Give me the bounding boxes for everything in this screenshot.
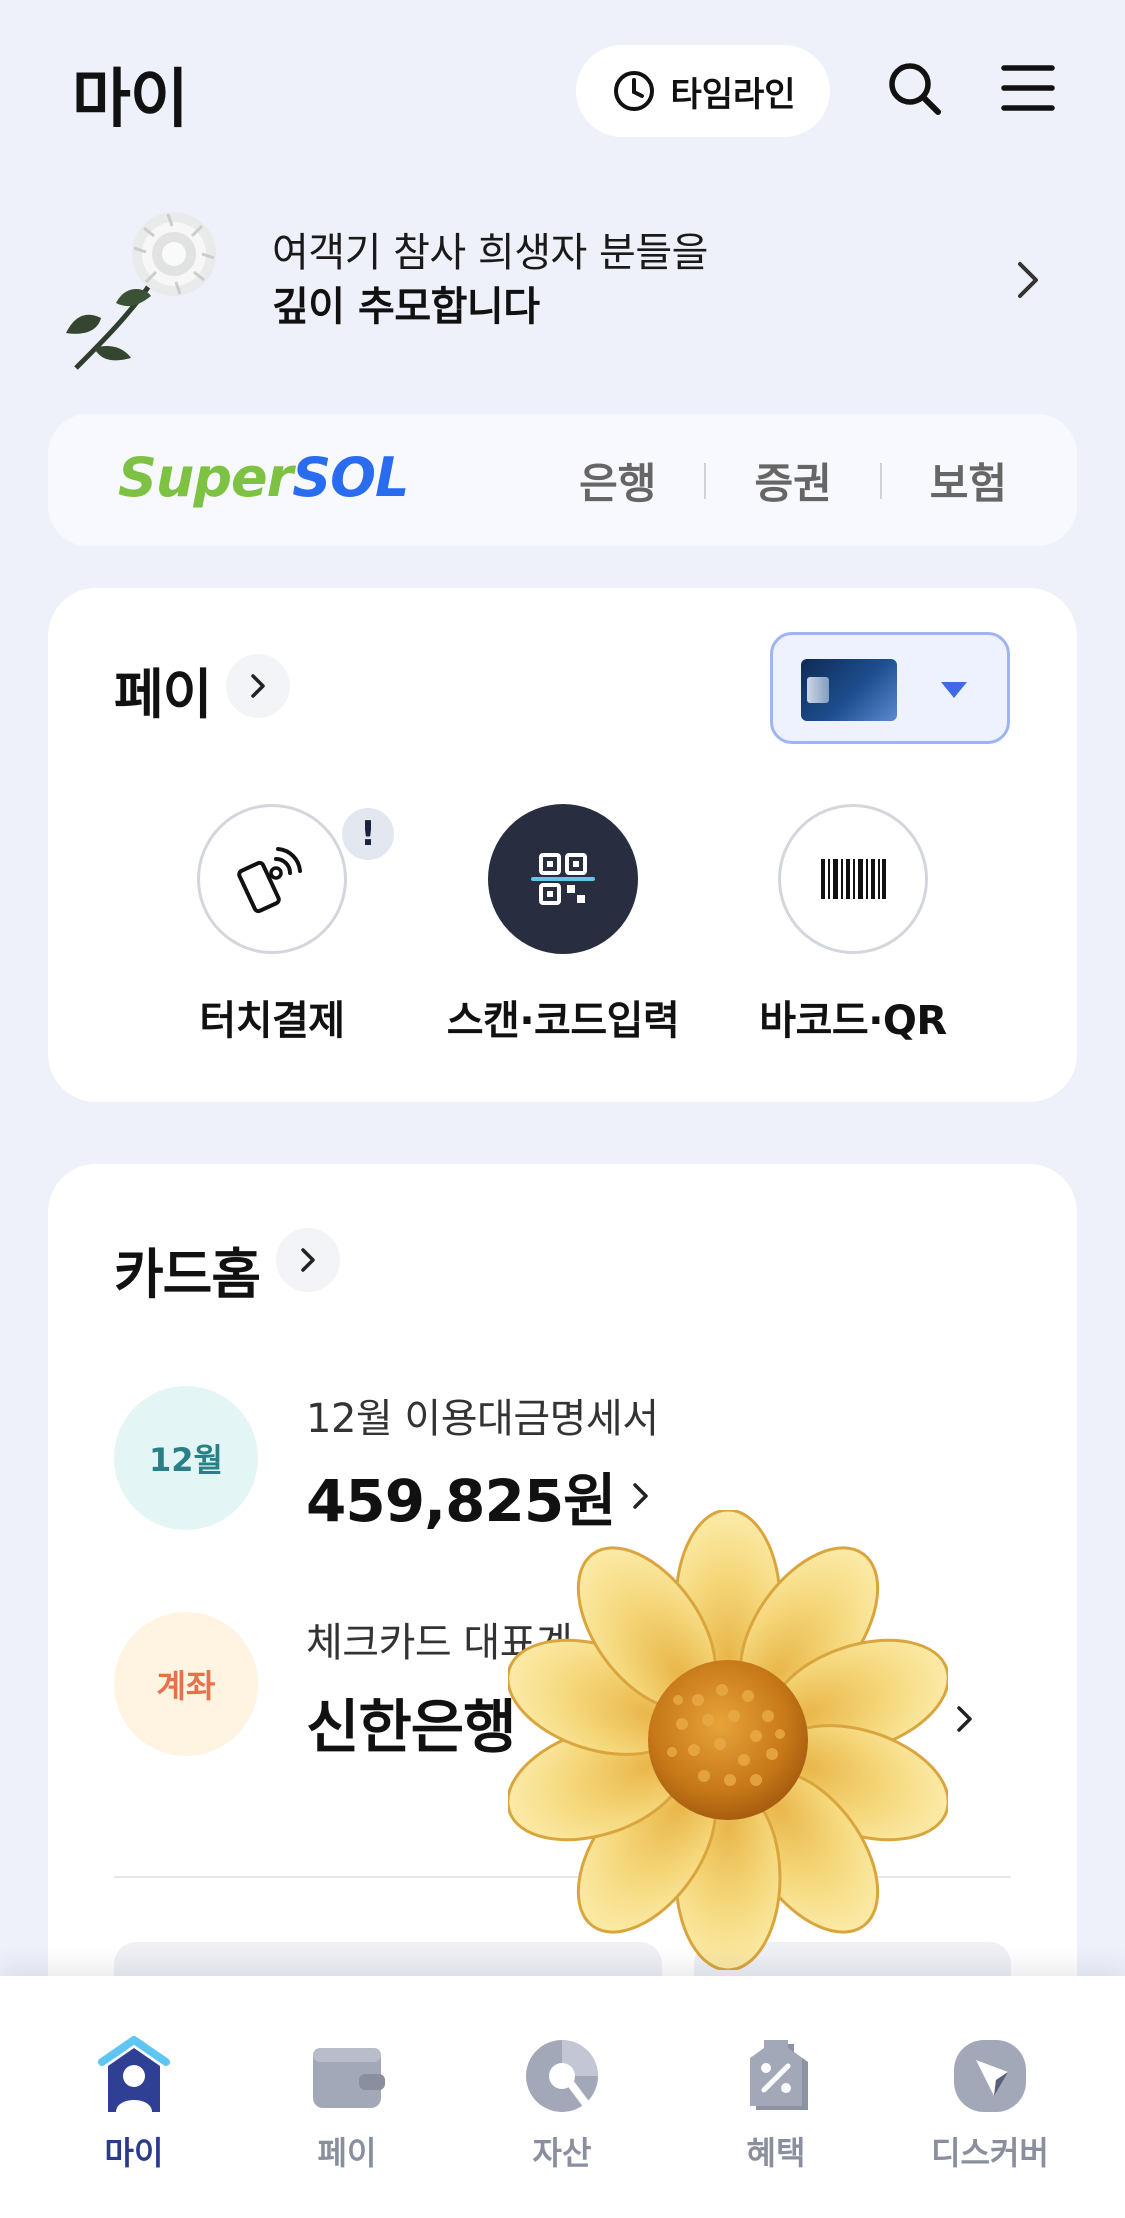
daisy-flower-icon[interactable] [508,1510,948,1970]
card-home-title[interactable]: 카드홈 [114,1230,261,1309]
card-home-more-button[interactable] [276,1228,340,1292]
page-title: 마이 [72,63,189,137]
month-badge: 12월 [114,1386,258,1530]
timeline-label: 타임라인 [670,74,796,115]
nav-assets[interactable]: 자산 [462,2036,662,2186]
tab-securities[interactable]: 증권 [754,450,831,511]
barcode-icon [821,859,886,899]
coupon-tag-icon [750,2040,808,2110]
statement-label: 12월 이용대금명세서 [306,1396,659,1442]
nav-benefits[interactable]: 혜택 [676,2036,876,2186]
memorial-text-line1: 여객기 참사 희생자 분들을 [272,230,708,276]
card-selector-dropdown[interactable] [770,632,1010,744]
chevron-right-icon [1018,262,1038,298]
barcode-qr-button[interactable]: 바코드·QR [703,804,1003,1064]
qr-scan-icon [531,853,595,905]
chevron-right-icon [301,1248,315,1272]
search-icon[interactable] [884,58,944,118]
touch-pay-circle [197,804,347,954]
nav-discover-label: 디스커버 [931,2134,1049,2172]
clock-icon [614,71,655,111]
phone-nfc-icon [237,847,302,914]
nav-benefits-label: 혜택 [746,2134,806,2172]
tab-divider [879,462,882,499]
pay-more-button[interactable] [226,654,290,718]
barcode-qr-label: 바코드·QR [759,998,947,1044]
chevron-right-icon[interactable] [954,1702,976,1736]
tab-bank[interactable]: 은행 [579,450,656,511]
scan-code-circle [488,804,638,954]
nav-my-label: 마이 [104,2134,164,2172]
supersol-logo[interactable]: SuperSOL [118,446,409,509]
alert-badge: ! [338,804,398,864]
chevron-right-icon [251,674,265,698]
logo-sol-text: SOL [292,446,409,509]
pie-chart-icon [526,2040,598,2112]
check-card-bank: 신한은행 [306,1693,516,1761]
nav-discover[interactable]: 디스커버 [890,2036,1090,2186]
scan-code-label: 스캔·코드입력 [446,998,680,1044]
home-person-icon [98,2036,170,2112]
hamburger-menu-icon[interactable] [1000,60,1056,116]
nav-pay-label: 페이 [317,2134,377,2172]
white-chrysanthemum-icon [66,212,216,370]
tab-divider [704,462,707,499]
barcode-qr-circle [778,804,928,954]
header: 마이 타임라인 [0,0,1125,180]
caret-down-icon [941,682,967,698]
logo-super-text: Super [118,446,293,509]
touch-pay-button[interactable]: ! 터치결제 [122,804,422,1064]
nav-assets-label: 자산 [532,2134,592,2172]
pay-title[interactable]: 페이 [114,650,212,729]
memorial-banner[interactable]: 여객기 참사 희생자 분들을 깊이 추모합니다 [40,200,1060,380]
touch-pay-label: 터치결제 [199,998,345,1044]
chevron-right-icon [632,1483,648,1509]
card-thumbnail [801,659,897,721]
pay-section: 페이 ! 터치결제 스캔·코드입력 바코드·QR [48,588,1077,1102]
check-card-account-link[interactable]: 신한은행 [306,1680,516,1764]
bottom-navigation: 마이 페이 자산 혜택 디스커버 [0,1976,1125,2218]
tab-insurance[interactable]: 보험 [930,450,1007,511]
wallet-icon [313,2048,385,2108]
nav-my[interactable]: 마이 [34,2036,234,2186]
supersol-tabs: 은행 증권 보험 [579,450,1007,511]
nav-pay[interactable]: 페이 [247,2036,447,2186]
compass-icon [954,2040,1026,2112]
supersol-bar: SuperSOL 은행 증권 보험 [48,414,1077,546]
scan-code-button[interactable]: 스캔·코드입력 [413,804,713,1064]
memorial-text-line2: 깊이 추모합니다 [272,284,540,330]
timeline-button[interactable]: 타임라인 [576,45,830,137]
account-badge: 계좌 [114,1612,258,1756]
